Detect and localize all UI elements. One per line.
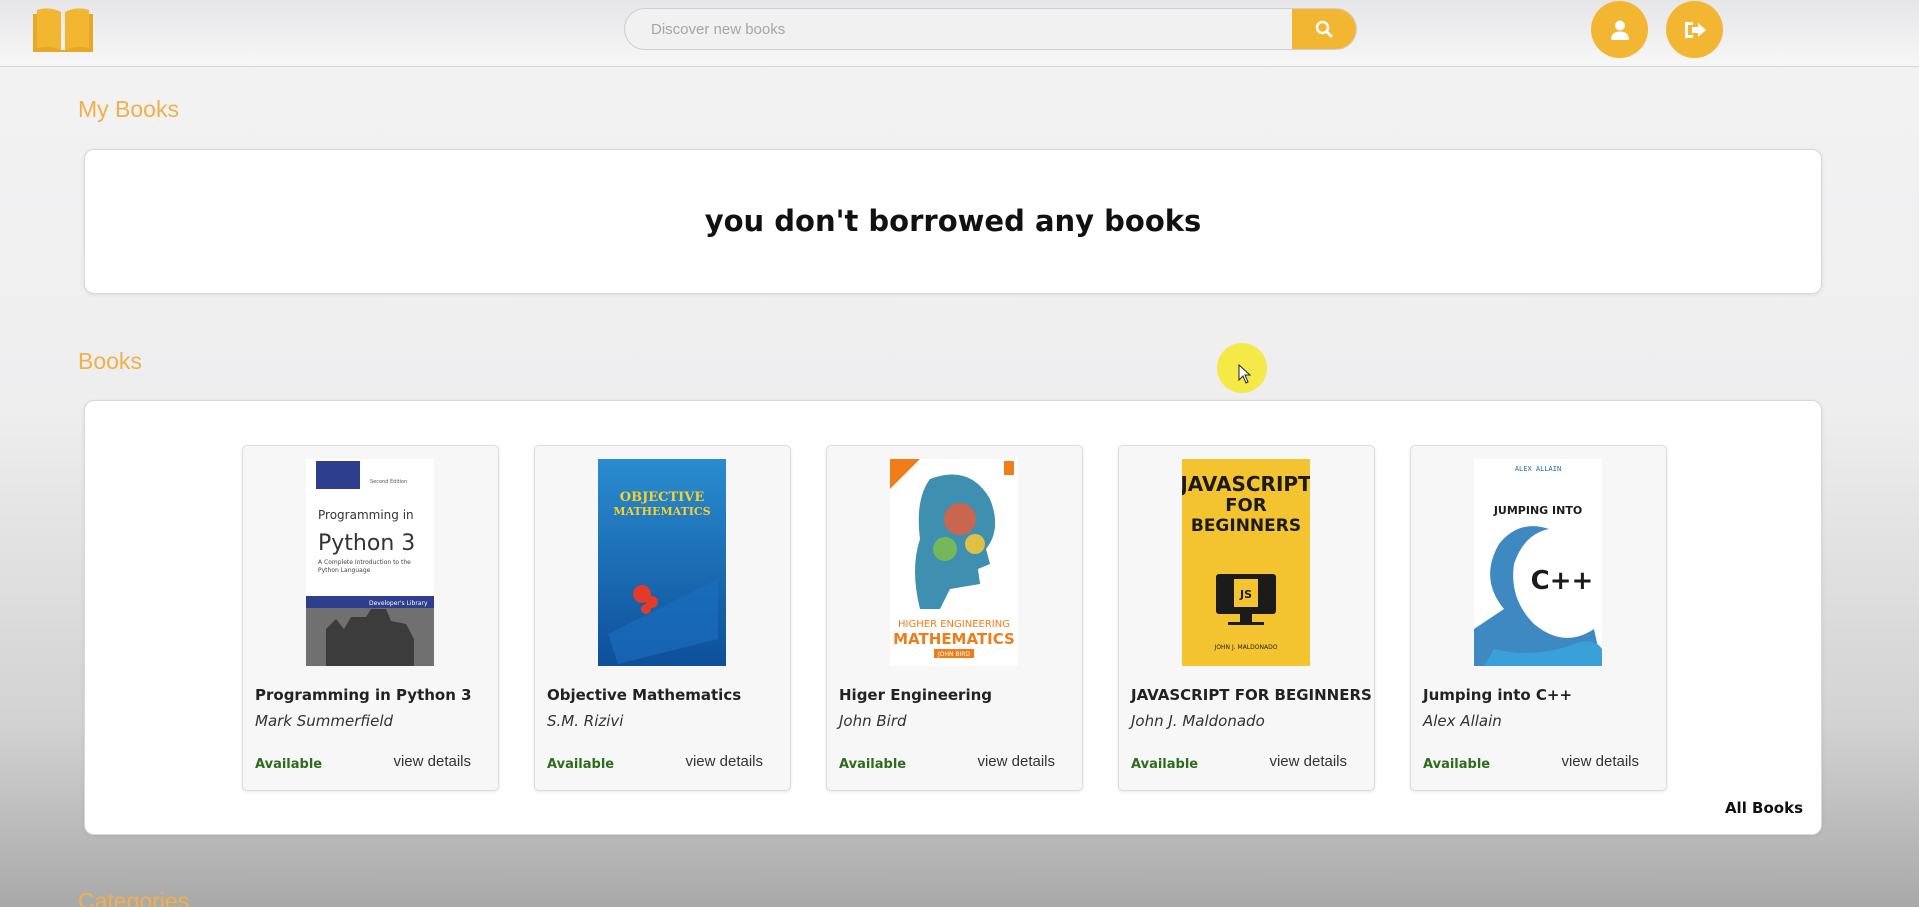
book-cover-image: Second Edition Programming in Python 3 A… [306, 459, 434, 666]
view-details-link[interactable]: view details [685, 753, 763, 770]
cover-title-line1: HIGHER ENGINEERING [898, 619, 1010, 630]
my-books-panel: you don't borrowed any books [84, 149, 1822, 294]
book-title: Programming in Python 3 [255, 686, 472, 704]
books-title: Books [78, 348, 142, 374]
profile-button[interactable] [1591, 1, 1648, 58]
categories-title: Categories [78, 888, 190, 907]
book-card[interactable]: HIGHER ENGINEERING MATHEMATICS JOHN BIRD… [826, 445, 1083, 791]
empty-borrowed-message: you don't borrowed any books [704, 204, 1202, 238]
book-cover-image: HIGHER ENGINEERING MATHEMATICS JOHN BIRD [890, 459, 1018, 666]
cover-title-line2: MATHEMATICS [613, 505, 710, 518]
view-details-link[interactable]: view details [1561, 753, 1639, 770]
mouse-pointer-icon [1238, 364, 1252, 384]
book-author: John Bird [839, 712, 907, 730]
book-title: Jumping into C++ [1423, 686, 1573, 704]
logout-button[interactable] [1666, 1, 1723, 58]
book-cover-image: JAVASCRIPT FOR BEGINNERS JS JOHN J. MALD… [1182, 459, 1310, 666]
view-details-link[interactable]: view details [393, 753, 471, 770]
book-card[interactable]: JAVASCRIPT FOR BEGINNERS JS JOHN J. MALD… [1118, 445, 1375, 791]
book-title: JAVASCRIPT FOR BEGINNERS [1131, 686, 1372, 704]
book-title: Higer Engineering [839, 686, 993, 704]
cover-title-line2: C++ [1531, 566, 1594, 596]
cover-badge: JS [1239, 588, 1252, 601]
books-panel: Second Edition Programming in Python 3 A… [84, 400, 1822, 835]
cover-title-line1: OBJECTIVE [620, 490, 705, 505]
search-icon [1315, 20, 1333, 38]
view-details-link[interactable]: view details [977, 753, 1055, 770]
availability-badge: Available [255, 757, 323, 772]
book-author: Alex Allain [1423, 712, 1502, 730]
book-title: Objective Mathematics [547, 686, 742, 704]
cover-title-line2: MATHEMATICS [893, 630, 1015, 648]
view-details-link[interactable]: view details [1269, 753, 1347, 770]
top-navbar [0, 0, 1919, 67]
cover-edition: Second Edition [370, 479, 407, 485]
availability-badge: Available [839, 757, 907, 772]
cover-title-line2: FOR [1225, 495, 1267, 516]
cover-title-line1: JUMPING INTO [1493, 504, 1582, 517]
book-author: Mark Summerfield [255, 712, 394, 730]
book-author: S.M. Rizivi [547, 712, 624, 730]
book-card[interactable]: ALEX ALLAIN JUMPING INTO C++ Jumping int… [1410, 445, 1667, 791]
my-books-title: My Books [78, 96, 179, 122]
book-cover-image: ALEX ALLAIN JUMPING INTO C++ [1474, 459, 1602, 666]
cover-author: JOHN BIRD [937, 651, 970, 658]
cover-title-line1: Programming in [318, 508, 414, 522]
book-cover-image: OBJECTIVE MATHEMATICS [598, 459, 726, 666]
cover-series: Developer's Library [369, 600, 428, 607]
logout-icon [1684, 21, 1706, 38]
search-bar [624, 8, 1357, 50]
availability-badge: Available [1423, 757, 1491, 772]
availability-badge: Available [547, 757, 615, 772]
all-books-link[interactable]: All Books [1725, 799, 1803, 817]
open-book-icon[interactable] [33, 6, 93, 52]
cover-author: JOHN J. MALDONADO [1214, 644, 1278, 651]
search-button[interactable] [1292, 9, 1356, 49]
cover-subtitle: A Complete Introduction to the Python La… [318, 559, 411, 574]
book-card[interactable]: Second Edition Programming in Python 3 A… [242, 445, 499, 791]
book-author: John J. Maldonado [1131, 712, 1265, 730]
search-input[interactable] [625, 9, 1293, 49]
user-icon [1610, 20, 1629, 40]
cover-author: ALEX ALLAIN [1515, 465, 1561, 473]
cover-title-line2: Python 3 [318, 531, 415, 556]
cover-title-line1: JAVASCRIPT [1182, 472, 1310, 496]
cover-title-line3: BEGINNERS [1191, 516, 1301, 536]
availability-badge: Available [1131, 757, 1199, 772]
book-card[interactable]: OBJECTIVE MATHEMATICS Objective Mathemat… [534, 445, 791, 791]
